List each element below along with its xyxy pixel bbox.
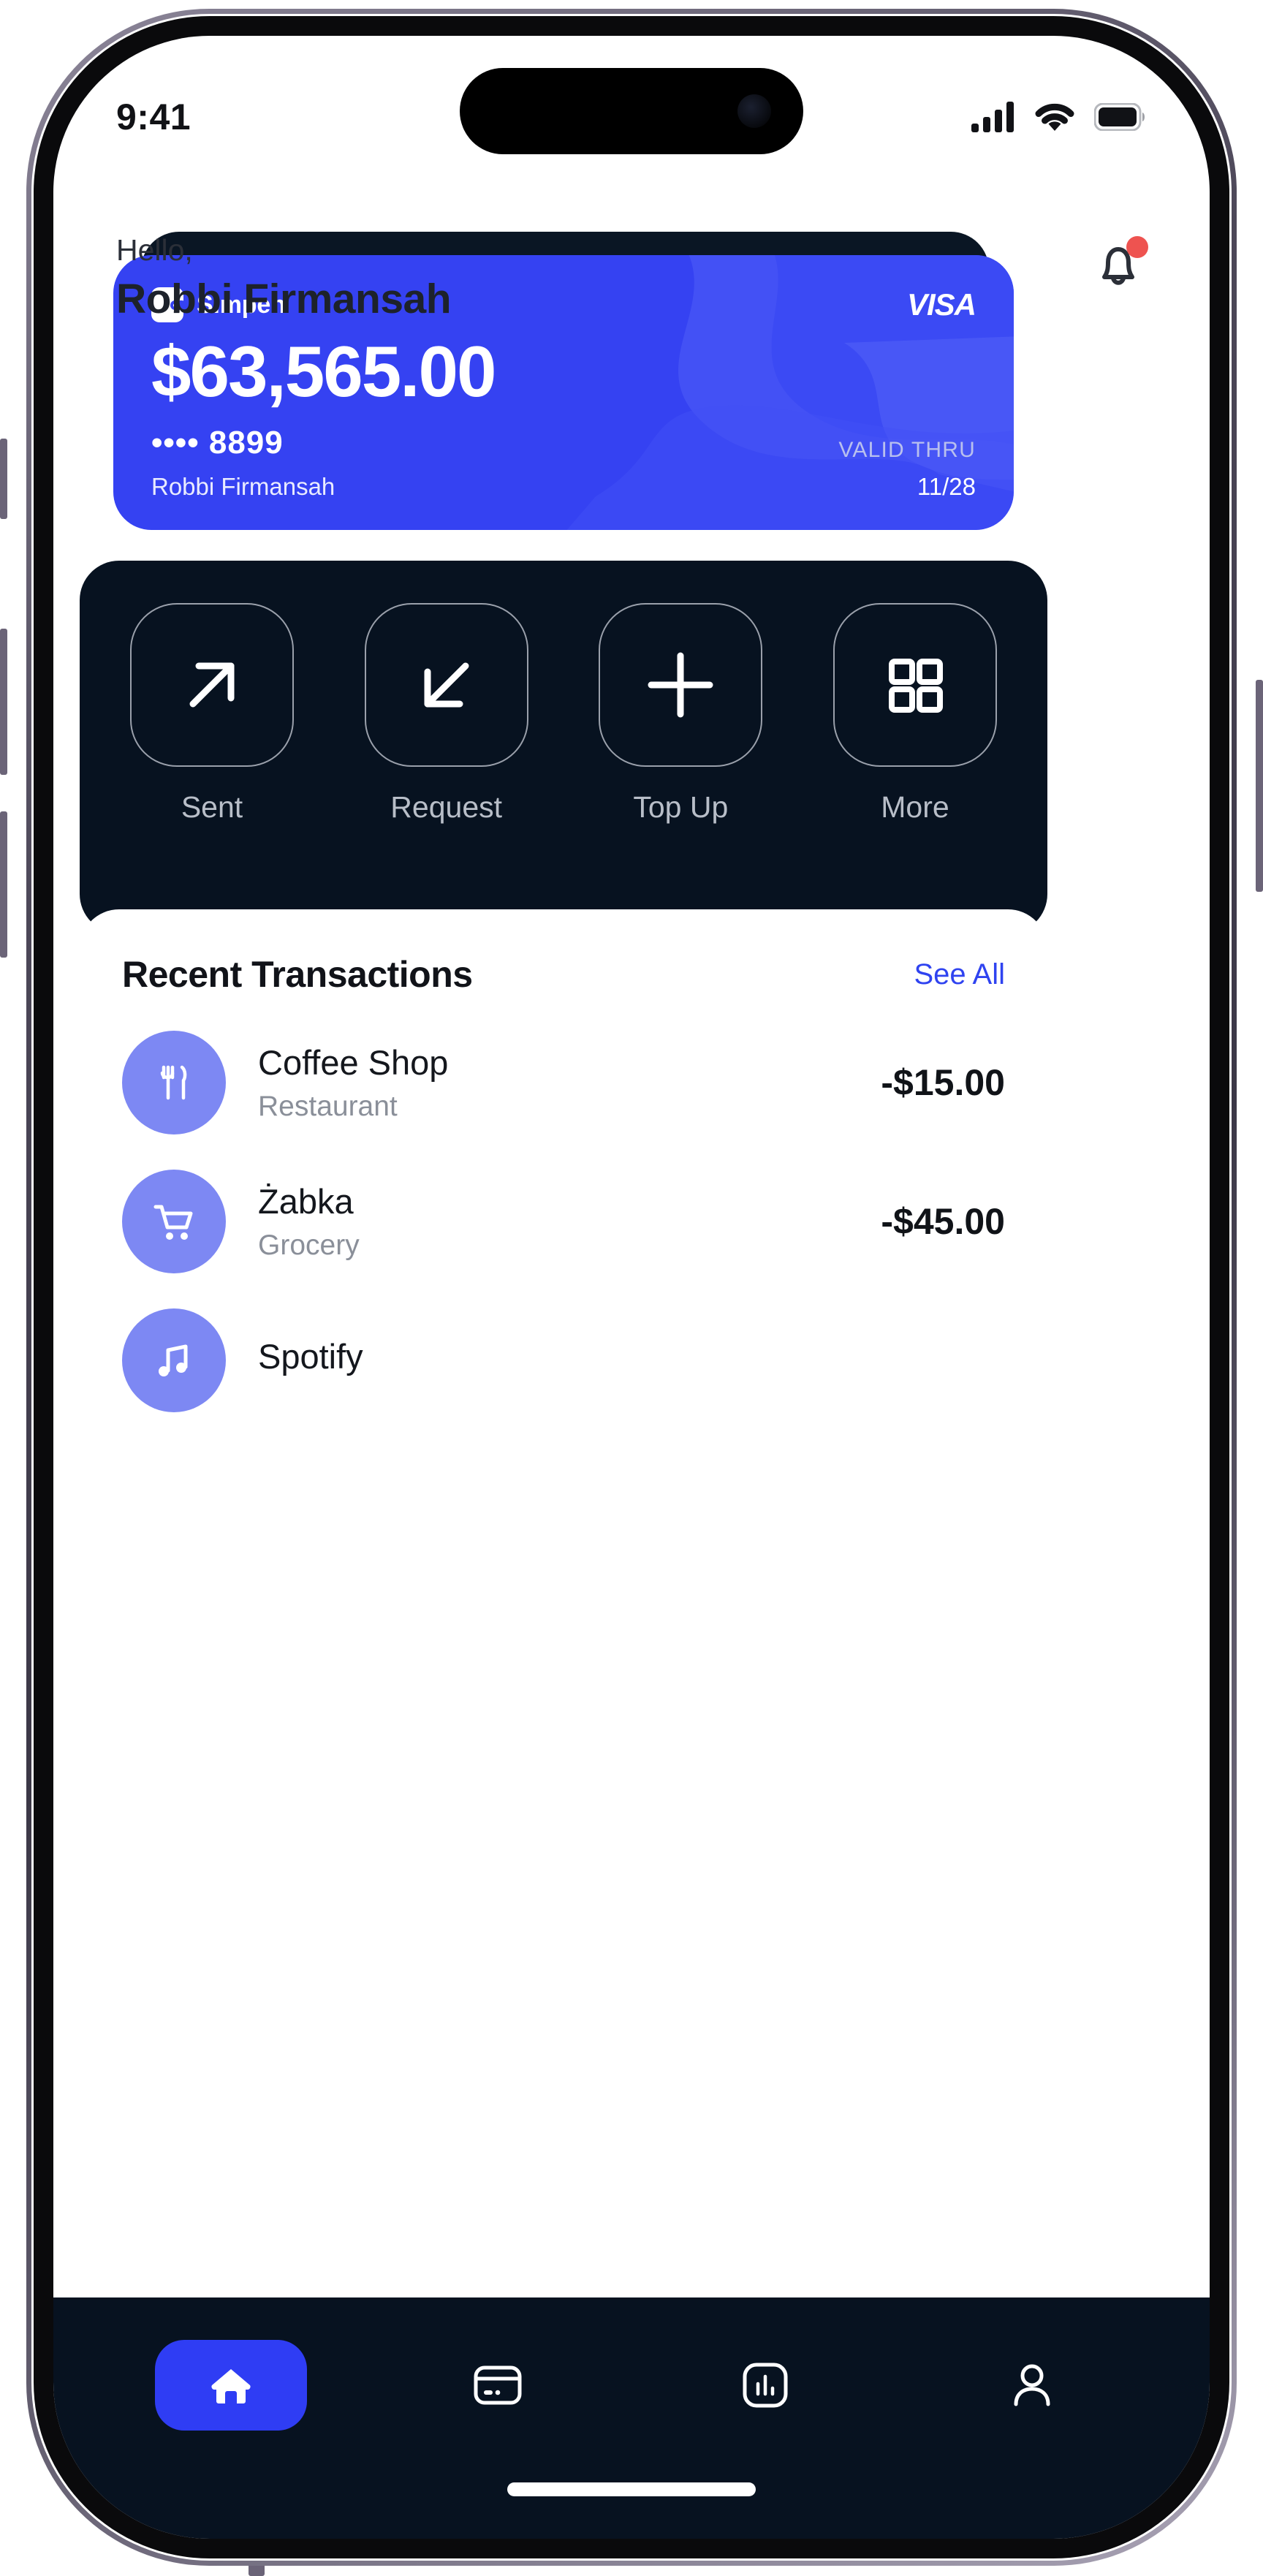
transaction-amount: -$15.00 [881, 1062, 1005, 1103]
transaction-category: Restaurant [258, 1091, 398, 1123]
card-number-masked: •••• 8899 [151, 424, 335, 463]
action-topup[interactable]: Top Up [582, 603, 779, 825]
action-sent-label: Sent [181, 790, 243, 824]
home-icon [211, 2369, 251, 2403]
wifi-icon [1035, 103, 1074, 131]
transaction-avatar [122, 1170, 226, 1273]
nav-item-statistics[interactable] [689, 2340, 841, 2431]
credit-card-icon [474, 2365, 522, 2405]
action-more-button[interactable] [832, 603, 997, 767]
transaction-category: Grocery [258, 1230, 360, 1262]
bottom-navigation [53, 2297, 1210, 2539]
transaction-row[interactable]: Żabka Grocery -$45.00 [122, 1170, 1005, 1273]
card-last-four: 8899 [208, 425, 284, 461]
transaction-info: Coffee Shop Restaurant [226, 1042, 881, 1123]
card-bottom-row: •••• 8899 Robbi Firmansah VALID THRU 11/… [151, 424, 976, 501]
cellular-signal-icon [971, 102, 1014, 132]
nav-item-profile[interactable] [956, 2340, 1108, 2431]
action-sent[interactable]: Sent [113, 603, 311, 825]
transaction-row[interactable]: Spotify [122, 1308, 1005, 1412]
transaction-avatar [122, 1308, 226, 1412]
greeting-text-block: Hello, Robbi Firmansah [116, 232, 452, 326]
app-screen: 9:41 Hello, Robbi Firmansah Simpen VISA … [53, 36, 1210, 2539]
action-more-label: More [881, 790, 949, 824]
phone-bezel: 9:41 Hello, Robbi Firmansah Simpen VISA … [34, 16, 1229, 2558]
notification-badge-dot [1126, 236, 1148, 258]
action-topup-label: Top Up [633, 790, 729, 824]
card-mask-dots: •••• [151, 425, 200, 461]
action-more[interactable]: More [816, 603, 1014, 825]
transaction-row[interactable]: Coffee Shop Restaurant -$15.00 [122, 1031, 1005, 1134]
grid-four-squares-icon [888, 659, 943, 713]
greeting-header: Hello, Robbi Firmansah [53, 232, 1210, 326]
person-icon [1014, 2364, 1050, 2406]
greeting-label: Hello, [116, 233, 193, 267]
card-expiry-block: VALID THRU 11/28 [838, 438, 976, 501]
transaction-info: Żabka Grocery [226, 1181, 881, 1262]
card-identity-block: •••• 8899 Robbi Firmansah [151, 424, 335, 501]
transaction-name: Coffee Shop [258, 1042, 449, 1082]
card-holder-name: Robbi Firmansah [151, 472, 335, 500]
battery-full-icon [1094, 103, 1145, 131]
transaction-name: Spotify [258, 1336, 363, 1376]
status-bar-icons [971, 102, 1147, 132]
action-topup-button[interactable] [599, 603, 763, 767]
action-request-label: Request [390, 790, 503, 824]
cutlery-icon [160, 1065, 187, 1100]
action-sent-button[interactable] [130, 603, 294, 767]
transactions-title: Recent Transactions [122, 954, 473, 995]
notification-button[interactable] [1090, 236, 1148, 293]
arrow-up-right-icon [189, 662, 235, 708]
recent-transactions-panel: Recent Transactions See All Coffee Shop … [80, 909, 1047, 1421]
transaction-info: Spotify [226, 1336, 1005, 1384]
valid-thru-label: VALID THRU [838, 437, 976, 462]
plus-icon [648, 652, 713, 718]
action-request[interactable]: Request [348, 603, 545, 825]
phone-side-button [0, 439, 7, 519]
transaction-amount: -$45.00 [881, 1201, 1005, 1242]
music-icon [159, 1344, 188, 1376]
bar-chart-icon [743, 2363, 788, 2408]
valid-thru-date: 11/28 [917, 472, 976, 500]
phone-volume-up-button [0, 629, 7, 775]
dynamic-island [460, 68, 803, 154]
transactions-header: Recent Transactions See All [122, 953, 1005, 996]
user-name: Robbi Firmansah [116, 276, 452, 323]
quick-actions-panel: Sent Request Top Up More [80, 561, 1047, 933]
arrow-down-left-icon [424, 662, 469, 708]
phone-frame-highlight: 9:41 Hello, Robbi Firmansah Simpen VISA … [31, 14, 1232, 2561]
front-camera-icon [737, 94, 771, 128]
nav-item-cards[interactable] [422, 2340, 574, 2431]
transaction-avatar [122, 1031, 226, 1134]
status-bar-time: 9:41 [116, 96, 191, 137]
phone-frame: 9:41 Hello, Robbi Firmansah Simpen VISA … [26, 9, 1237, 2566]
phone-power-button [1256, 680, 1263, 892]
nav-item-home[interactable] [154, 2340, 307, 2431]
screenshot-root: 9:41 Hello, Robbi Firmansah Simpen VISA … [0, 0, 1263, 2576]
home-indicator [507, 2482, 756, 2496]
see-all-link[interactable]: See All [914, 958, 1005, 991]
transaction-name: Żabka [258, 1181, 354, 1221]
shopping-cart-icon [153, 1205, 193, 1240]
phone-volume-down-button [0, 811, 7, 958]
balance-amount: $63,565.00 [151, 330, 496, 412]
action-request-button[interactable] [364, 603, 528, 767]
